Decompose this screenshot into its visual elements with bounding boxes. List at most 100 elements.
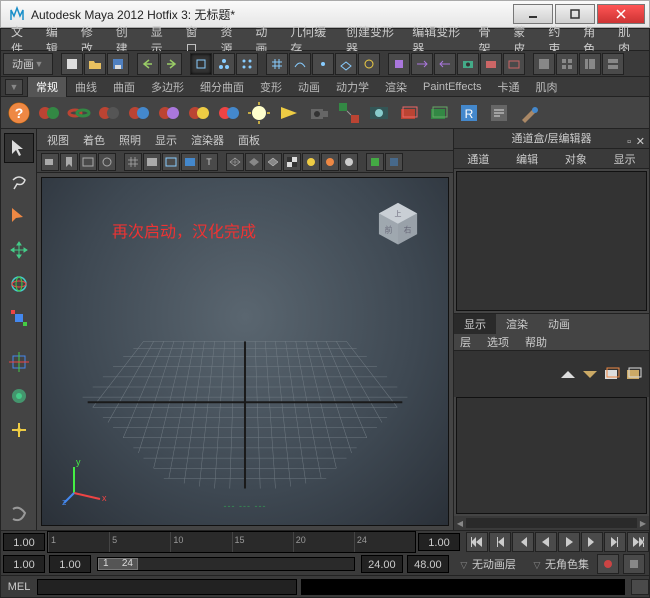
- panel-detach-icon[interactable]: ▫: [627, 132, 631, 152]
- play-back-button[interactable]: [535, 532, 557, 552]
- new-scene-button[interactable]: [61, 53, 83, 75]
- current-frame-start-field[interactable]: 1.00: [3, 533, 45, 551]
- shelf-tab-surfaces[interactable]: 曲面: [105, 77, 143, 97]
- undo-button[interactable]: [137, 53, 159, 75]
- snap-curve-button[interactable]: [289, 53, 311, 75]
- vp-menu-shading[interactable]: 着色: [77, 130, 111, 150]
- go-start-button[interactable]: [466, 532, 488, 552]
- vp-resolution-gate-icon[interactable]: [162, 153, 180, 171]
- tab-anim[interactable]: 动画: [538, 314, 580, 334]
- construction-history-button[interactable]: [434, 53, 456, 75]
- shelf-paint-icon[interactable]: [515, 99, 543, 127]
- layer-new-empty-icon[interactable]: [603, 365, 621, 383]
- vp-use-lights-icon[interactable]: [302, 153, 320, 171]
- vp-camera-icon[interactable]: [41, 153, 59, 171]
- module-selector[interactable]: 动画 ▼: [3, 53, 53, 75]
- render-button[interactable]: [457, 53, 479, 75]
- input-output-button[interactable]: [411, 53, 433, 75]
- shelf-layer-red-icon[interactable]: [395, 99, 423, 127]
- layer-move-down-icon[interactable]: [581, 367, 599, 381]
- sel-hierarchy-button[interactable]: [213, 53, 235, 75]
- vp-shadows-icon[interactable]: [321, 153, 339, 171]
- shelf-hypergraph-icon[interactable]: [335, 99, 363, 127]
- layer-move-up-icon[interactable]: [559, 367, 577, 381]
- shelf-tab-general[interactable]: 常规: [27, 76, 67, 97]
- vp-gate-mask-icon[interactable]: [181, 153, 199, 171]
- anim-layer-selector[interactable]: ▽ 无动画层: [451, 556, 524, 572]
- vp-film-gate-icon[interactable]: [143, 153, 161, 171]
- play-forward-button[interactable]: [558, 532, 580, 552]
- shelf-cone-icon[interactable]: [125, 99, 153, 127]
- shelf-help-icon[interactable]: ?: [5, 99, 33, 127]
- shelf-tab-deform[interactable]: 变形: [252, 77, 290, 97]
- snap-live-button[interactable]: [358, 53, 380, 75]
- step-back-button[interactable]: [489, 532, 511, 552]
- vp-image-plane-icon[interactable]: [79, 153, 97, 171]
- shelf-cylinder-icon[interactable]: [95, 99, 123, 127]
- shelf-tab-rendering[interactable]: 渲染: [377, 77, 415, 97]
- shelf-spotlight-icon[interactable]: [275, 99, 303, 127]
- shelf-tab-polygons[interactable]: 多边形: [143, 77, 192, 97]
- snap-plane-button[interactable]: [335, 53, 357, 75]
- vp-xray-icon[interactable]: [385, 153, 403, 171]
- vp-high-quality-icon[interactable]: [340, 153, 358, 171]
- ipr-render-button[interactable]: [480, 53, 502, 75]
- universal-manip-tool[interactable]: [4, 347, 34, 377]
- panel-close-icon[interactable]: ✕: [636, 132, 645, 152]
- shelf-render-icon[interactable]: [365, 99, 393, 127]
- shelf-tab-animation[interactable]: 动画: [290, 77, 328, 97]
- shelf-options-button[interactable]: ▼: [5, 79, 23, 95]
- range-handle-inner[interactable]: 1 24: [98, 558, 138, 570]
- time-ruler[interactable]: 1 5 10 15 20 24: [47, 531, 416, 553]
- tab-channels[interactable]: 通道: [454, 149, 503, 169]
- shelf-camera-icon[interactable]: [305, 99, 333, 127]
- shelf-light-icon[interactable]: [245, 99, 273, 127]
- autokey-button[interactable]: [597, 554, 619, 574]
- range-start-anim-field[interactable]: 1.00: [3, 555, 45, 573]
- anim-prefs-button[interactable]: [623, 554, 645, 574]
- vp-textured-icon[interactable]: [283, 153, 301, 171]
- soft-mod-tool[interactable]: [4, 381, 34, 411]
- layout-1pane-button[interactable]: [533, 53, 555, 75]
- shelf-torus-icon[interactable]: [65, 99, 93, 127]
- shelf-tab-dynamics[interactable]: 动力学: [328, 77, 377, 97]
- vp-menu-renderer[interactable]: 渲染器: [185, 130, 230, 150]
- shelf-tab-toon[interactable]: 卡通: [490, 77, 528, 97]
- vp-menu-show[interactable]: 显示: [149, 130, 183, 150]
- last-tool[interactable]: [4, 500, 34, 530]
- tab-display[interactable]: 显示: [454, 314, 496, 334]
- vp-field-chart-icon[interactable]: T: [200, 153, 218, 171]
- tab-object[interactable]: 对象: [552, 149, 601, 169]
- view-cube[interactable]: 上 前 右: [372, 196, 424, 248]
- shelf-tab-muscle[interactable]: 肌肉: [528, 77, 566, 97]
- render-globals-button[interactable]: [503, 53, 525, 75]
- shelf-tab-painteffects[interactable]: PaintEffects: [415, 79, 490, 95]
- shelf-script-icon[interactable]: [485, 99, 513, 127]
- layer-new-selected-icon[interactable]: [625, 365, 643, 383]
- layout-outliner-button[interactable]: [579, 53, 601, 75]
- snap-grid-button[interactable]: [266, 53, 288, 75]
- move-tool[interactable]: [4, 235, 34, 265]
- character-set-selector[interactable]: ▽ 无角色集: [524, 556, 597, 572]
- go-end-button[interactable]: [627, 532, 649, 552]
- layout-4pane-button[interactable]: [556, 53, 578, 75]
- range-start-field[interactable]: 1.00: [49, 555, 91, 573]
- vp-wireframe-shaded-icon[interactable]: [264, 153, 282, 171]
- save-scene-button[interactable]: [107, 53, 129, 75]
- vp-bookmark-icon[interactable]: [60, 153, 78, 171]
- layer-menu-help[interactable]: 帮助: [525, 334, 547, 350]
- range-end-anim-field[interactable]: 48.00: [407, 555, 449, 573]
- paint-select-tool[interactable]: [4, 201, 34, 231]
- layer-scrollbar[interactable]: ◀ ▶: [454, 516, 649, 530]
- current-frame-end-field[interactable]: 1.00: [418, 533, 460, 551]
- range-end-field[interactable]: 24.00: [361, 555, 403, 573]
- layout-hypershade-button[interactable]: [602, 53, 624, 75]
- vp-menu-panels[interactable]: 面板: [232, 130, 266, 150]
- vp-wireframe-icon[interactable]: [226, 153, 244, 171]
- step-forward-button[interactable]: [604, 532, 626, 552]
- select-tool[interactable]: [4, 133, 34, 163]
- next-key-button[interactable]: [581, 532, 603, 552]
- redo-button[interactable]: [160, 53, 182, 75]
- range-slider[interactable]: 1 24: [97, 557, 355, 571]
- shelf-sphere-icon[interactable]: [35, 99, 63, 127]
